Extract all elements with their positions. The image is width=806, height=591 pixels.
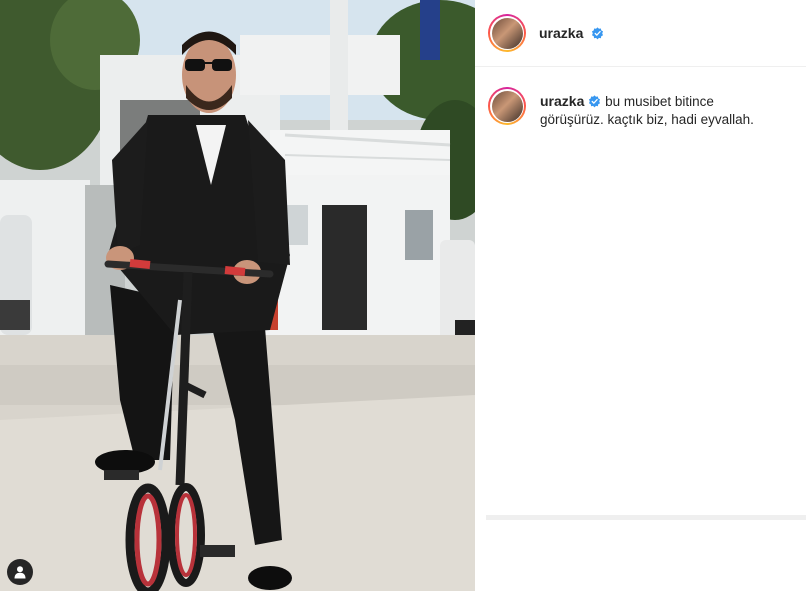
caption-body: urazka bu musibet bitince görüşürüz. kaç…	[540, 92, 765, 129]
caption-comment: urazka bu musibet bitince görüşürüz. kaç…	[475, 67, 806, 129]
avatar[interactable]	[488, 14, 526, 52]
user-tag-button[interactable]	[7, 559, 33, 585]
caption-avatar[interactable]	[488, 87, 526, 125]
caption-avatar-border	[490, 89, 524, 123]
header-username[interactable]: urazka	[539, 25, 604, 41]
caption-avatar-image	[491, 90, 523, 122]
post-side-panel: urazka urazka bu musibet bitince görüşür…	[475, 0, 806, 591]
user-tag-icon	[14, 566, 26, 579]
actions-divider	[486, 515, 806, 520]
caption-verified-badge-icon	[589, 95, 601, 108]
username-text[interactable]: urazka	[539, 25, 583, 41]
avatar-image	[491, 17, 523, 49]
avatar-border	[490, 16, 524, 50]
instagram-post: urazka urazka bu musibet bitince görüşür…	[0, 0, 806, 591]
verified-badge-icon	[592, 27, 604, 40]
caption-username[interactable]: urazka	[540, 93, 584, 109]
post-header: urazka	[475, 0, 806, 67]
photo-scene	[0, 0, 475, 591]
post-photo[interactable]	[0, 0, 475, 591]
